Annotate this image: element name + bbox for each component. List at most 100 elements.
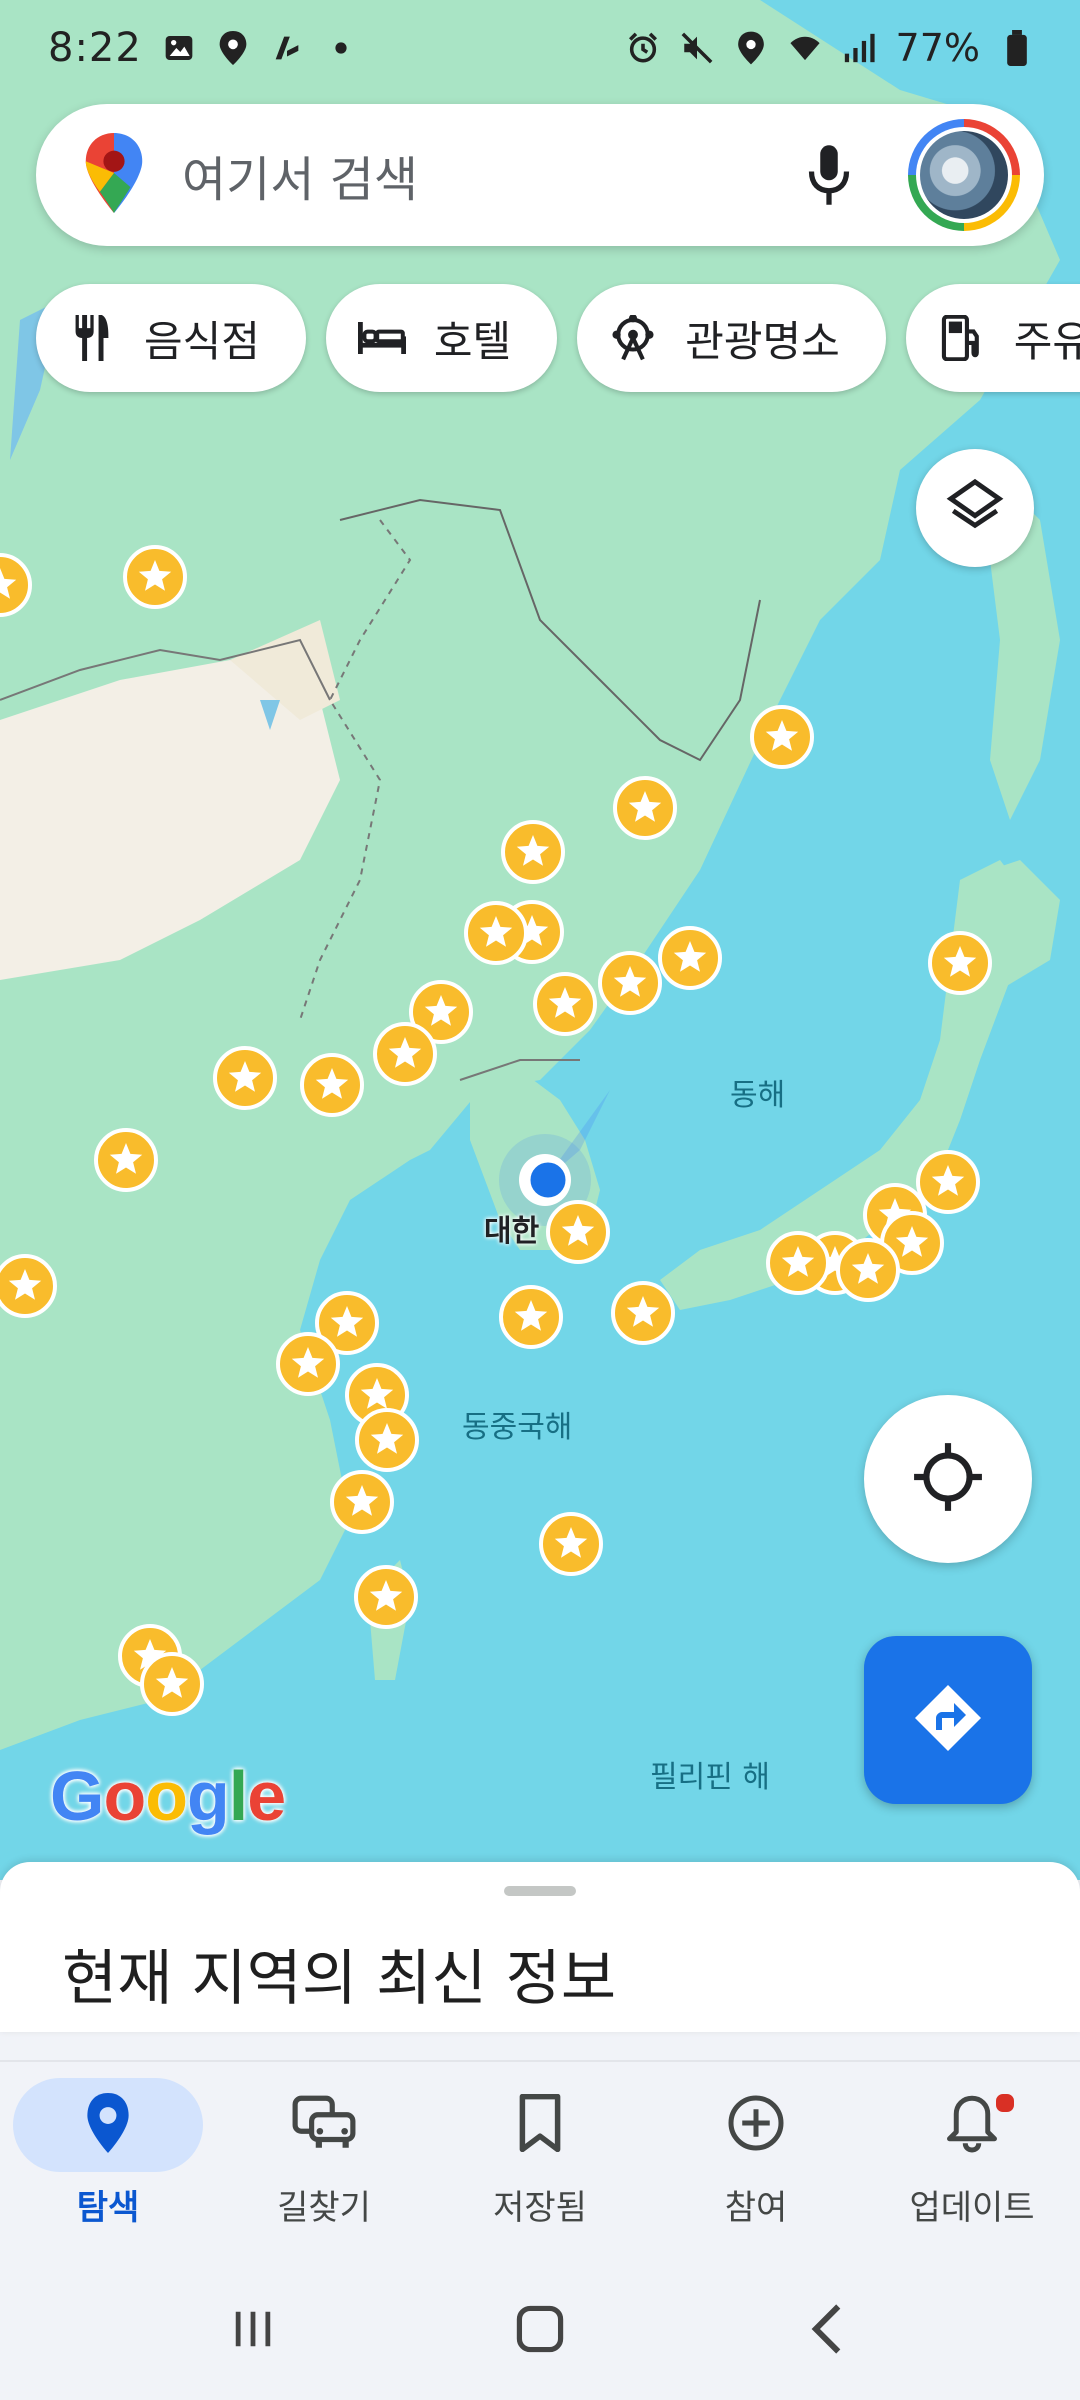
sheet-handle[interactable] (504, 1886, 576, 1896)
nav-updates[interactable]: 업데이트 (864, 2062, 1080, 2262)
starred-place-pin[interactable] (598, 951, 662, 1015)
bed-icon (357, 314, 406, 362)
directions-arrow-icon (912, 1682, 984, 1758)
maps-app-screen: 동해 대한 동중국해 필리핀 해 8:22 77% 여기서 검색 음식점 호텔 … (0, 0, 1080, 2400)
back-button[interactable] (787, 2291, 867, 2371)
starred-place-pin[interactable] (613, 776, 677, 840)
map-label-korea: 대한 (484, 1214, 540, 1249)
more-notifications-icon (324, 31, 358, 65)
starred-place-pin[interactable] (546, 1200, 610, 1264)
home-button[interactable] (500, 2291, 580, 2371)
chip-gas-stations[interactable]: 주유소 (905, 284, 1080, 392)
starred-place-pin[interactable] (0, 1254, 57, 1318)
chip-label: 관광명소 (685, 316, 840, 366)
google-logo: Google (50, 1756, 286, 1836)
google-logo-letter: o (103, 1757, 146, 1835)
profile-photo (920, 131, 1008, 219)
starred-place-pin[interactable] (928, 931, 992, 995)
google-maps-logo-icon (84, 133, 144, 217)
signal-icon (842, 31, 876, 65)
google-logo-letter: G (50, 1757, 104, 1835)
starred-place-pin[interactable] (658, 926, 722, 990)
starred-place-pin[interactable] (501, 820, 565, 884)
back-icon (807, 2302, 847, 2360)
add-circle-icon (726, 2093, 786, 2157)
fork-knife-icon (68, 314, 116, 362)
mute-icon (680, 31, 714, 65)
nav-contribute[interactable]: 참여 (648, 2062, 864, 2262)
status-time: 8:22 (48, 25, 142, 71)
starred-place-pin[interactable] (499, 1285, 563, 1349)
map-label-philippine-sea: 필리핀 해 (650, 1760, 770, 1795)
ferris-wheel-icon (609, 314, 657, 362)
battery-percent: 77% (895, 26, 980, 70)
starred-place-pin[interactable] (94, 1128, 158, 1192)
nav-saved[interactable]: 저장됨 (432, 2062, 648, 2262)
bottom-sheet[interactable]: 현재 지역의 최신 정보 (0, 1862, 1080, 2032)
wifi-icon (788, 31, 822, 65)
nav-commute[interactable]: 길찾기 (216, 2062, 432, 2262)
map-layers-button[interactable] (916, 449, 1034, 567)
chip-hotels[interactable]: 호텔 (325, 284, 558, 392)
starred-place-pin[interactable] (276, 1332, 340, 1396)
gas-pump-icon (938, 314, 986, 362)
starred-place-pin[interactable] (766, 1231, 830, 1295)
starred-place-pin[interactable] (123, 545, 187, 609)
nav-label: 탐색 (76, 2188, 140, 2228)
starred-place-pin[interactable] (836, 1238, 900, 1302)
category-chips: 음식점 호텔 관광명소 주유소 (36, 284, 1080, 392)
gallery-icon (162, 31, 196, 65)
layers-icon (946, 477, 1004, 539)
google-logo-letter: g (186, 1757, 230, 1835)
starred-place-pin[interactable] (750, 705, 814, 769)
location-status-icon (216, 31, 250, 65)
sheet-title: 현재 지역의 최신 정보 (62, 1944, 617, 2014)
nav-label: 업데이트 (909, 2188, 1035, 2228)
bookmark-icon (518, 2093, 562, 2156)
chip-label: 주유소 (1013, 316, 1080, 366)
recent-apps-button[interactable] (213, 2291, 293, 2371)
nav-explore[interactable]: 탐색 (0, 2062, 216, 2262)
my-location-button[interactable] (864, 1395, 1032, 1563)
starred-place-pin[interactable] (916, 1150, 980, 1214)
search-bar[interactable]: 여기서 검색 (36, 104, 1044, 246)
google-logo-letter: o (145, 1757, 188, 1835)
account-avatar[interactable] (908, 119, 1020, 231)
app-notification-icon (270, 31, 304, 65)
chip-label: 호텔 (433, 316, 512, 366)
starred-place-pin[interactable] (330, 1470, 394, 1534)
map-canvas[interactable] (0, 0, 1080, 1880)
chip-restaurants[interactable]: 음식점 (36, 284, 306, 392)
starred-place-pin[interactable] (213, 1046, 277, 1110)
commute-icon (291, 2095, 357, 2155)
starred-place-pin[interactable] (140, 1652, 204, 1716)
google-logo-letter: l (228, 1757, 248, 1835)
battery-icon (1000, 30, 1034, 66)
map-label-east-china-sea: 동중국해 (462, 1410, 573, 1445)
nav-label: 참여 (724, 2188, 788, 2228)
starred-place-pin[interactable] (355, 1408, 419, 1472)
directions-button[interactable] (864, 1636, 1032, 1804)
starred-place-pin[interactable] (354, 1565, 418, 1629)
starred-place-pin[interactable] (300, 1053, 364, 1117)
bell-icon (945, 2093, 999, 2157)
nav-label: 길찾기 (277, 2188, 371, 2228)
alarm-icon (626, 31, 660, 65)
chip-attractions[interactable]: 관광명소 (577, 284, 886, 392)
starred-place-pin[interactable] (464, 901, 528, 965)
recent-apps-icon (230, 2305, 276, 2357)
nav-label: 저장됨 (493, 2188, 587, 2228)
starred-place-pin[interactable] (539, 1512, 603, 1576)
location-pin-icon (85, 2093, 131, 2157)
system-navigation-bar (0, 2262, 1080, 2400)
status-bar: 8:22 77% (0, 0, 1080, 96)
location-active-icon (734, 31, 768, 65)
starred-place-pin[interactable] (373, 1022, 437, 1086)
starred-place-pin[interactable] (533, 972, 597, 1036)
microphone-icon[interactable] (794, 140, 864, 210)
chip-label: 음식점 (144, 316, 260, 366)
search-input[interactable]: 여기서 검색 (182, 140, 794, 210)
crosshair-icon (911, 1440, 985, 1518)
starred-place-pin[interactable] (611, 1281, 675, 1345)
map-label-east-sea: 동해 (730, 1078, 786, 1113)
